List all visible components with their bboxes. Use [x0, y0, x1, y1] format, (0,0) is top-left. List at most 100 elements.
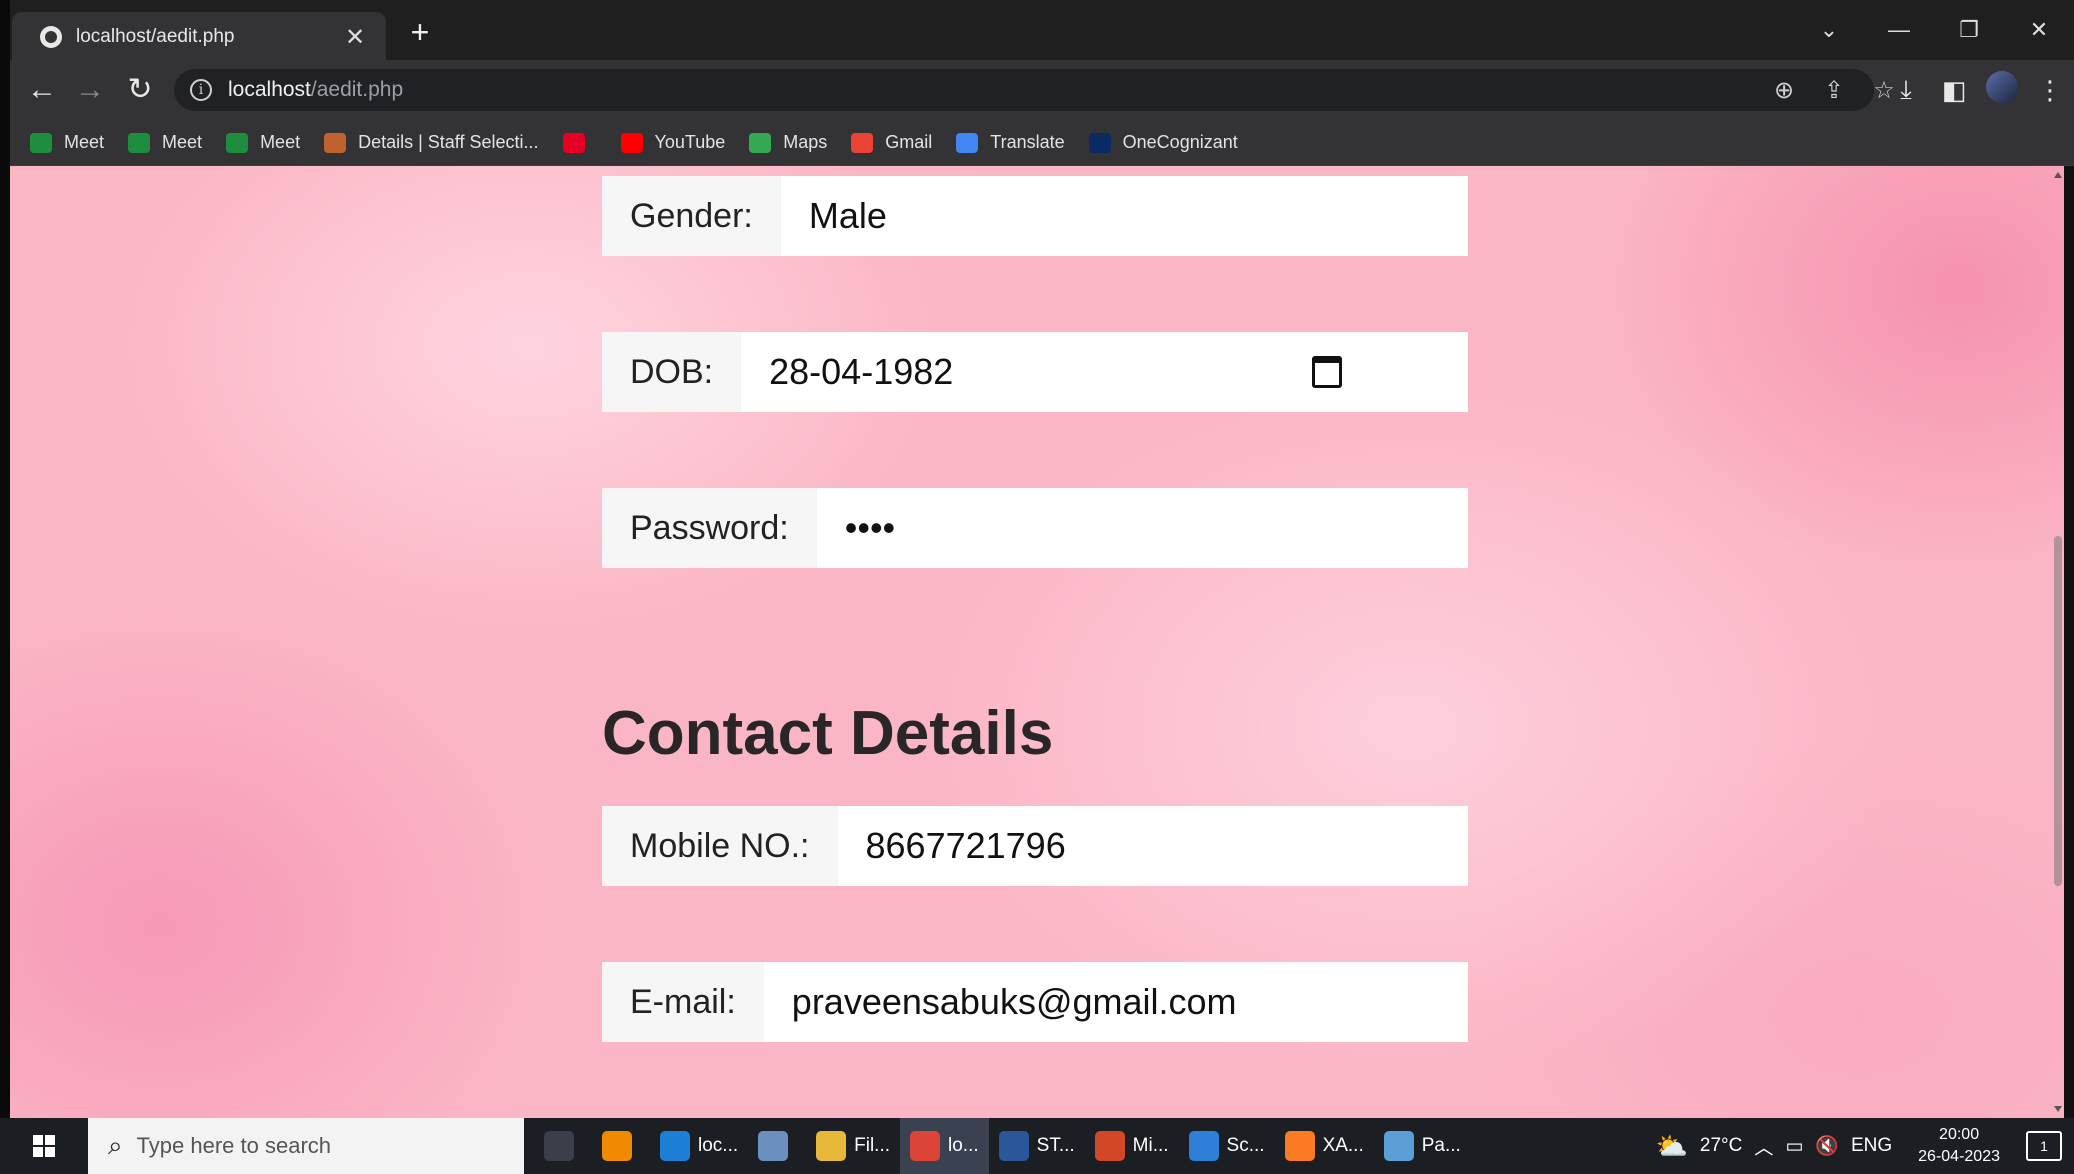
app-label: loc...: [698, 1135, 739, 1156]
close-window-icon[interactable]: ✕: [2004, 0, 2074, 60]
search-placeholder: Type here to search: [136, 1133, 332, 1158]
taskbar-app[interactable]: Sc...: [1179, 1118, 1275, 1174]
info-icon[interactable]: i: [190, 79, 212, 101]
email-input[interactable]: praveensabuks@gmail.com: [763, 962, 1468, 1042]
restore-icon[interactable]: ❐: [1934, 0, 2004, 60]
sidebar-icon[interactable]: ◧: [1930, 75, 1978, 106]
download-icon[interactable]: ⤓: [1882, 74, 1930, 106]
password-field: Password: ••••: [602, 488, 1468, 568]
taskbar-app[interactable]: XA...: [1275, 1118, 1374, 1174]
globe-icon: [40, 26, 62, 48]
omnibox-actions: ⊕ ⇪ ☆: [1769, 69, 1899, 111]
app-label: Pa...: [1421, 1135, 1461, 1156]
app-icon: [544, 1131, 574, 1161]
app-icon: [998, 1131, 1029, 1161]
taskbar-app[interactable]: [534, 1118, 592, 1174]
app-icon: [1383, 1131, 1414, 1161]
bookmark-label: Meet: [64, 132, 105, 152]
taskbar-search[interactable]: ⌕ Type here to search: [88, 1118, 524, 1174]
taskbar-app[interactable]: [592, 1118, 650, 1174]
minimize-icon[interactable]: —: [1864, 0, 1934, 60]
scroll-down-icon[interactable]: [2054, 1106, 2062, 1112]
bookmark-favicon-icon: [562, 132, 585, 153]
bookmark-item[interactable]: Meet: [226, 132, 300, 153]
browser-tab[interactable]: localhost/aedit.php ✕: [12, 12, 386, 62]
bookmark-item[interactable]: Maps: [749, 132, 827, 153]
password-input[interactable]: ••••: [816, 488, 1468, 568]
app-icon: [816, 1131, 847, 1161]
bookmark-item[interactable]: YouTube: [620, 132, 725, 153]
taskbar-apps: loc... Fil... lo... ST... Mi... Sc... XA... Pa.…: [534, 1118, 1471, 1174]
window-edge: [0, 0, 10, 1118]
taskbar-app[interactable]: lo...: [900, 1118, 989, 1174]
app-icon: [660, 1131, 690, 1161]
gender-field: Gender: Male: [602, 176, 1468, 256]
screen: localhost/aedit.php ✕ + ⌄ — ❐ ✕ ← → ↻ i …: [0, 0, 2074, 1174]
weather-temp[interactable]: 27°C: [1700, 1135, 1742, 1157]
dob-value: 28-04-1982: [769, 351, 954, 392]
scroll-up-icon[interactable]: [2054, 172, 2062, 178]
menu-icon[interactable]: ⋮: [2026, 75, 2074, 106]
bookmarks-bar: Meet Meet Meet Details | Staff Selecti... Yo…: [0, 120, 2074, 166]
app-label: ST...: [1036, 1135, 1075, 1156]
app-icon: [1094, 1131, 1125, 1161]
close-tab-icon[interactable]: ✕: [340, 23, 370, 52]
app-label: Sc...: [1226, 1135, 1265, 1156]
weather-icon[interactable]: ⛅: [1656, 1131, 1688, 1162]
tab-search-icon[interactable]: ⌄: [1794, 0, 1864, 60]
url-field[interactable]: i localhost/aedit.php: [174, 69, 1874, 111]
taskbar-app[interactable]: [748, 1118, 806, 1174]
taskbar-app[interactable]: Mi...: [1085, 1118, 1179, 1174]
dob-field: DOB: 28-04-1982: [602, 332, 1468, 412]
taskbar: ⌕ Type here to search loc... Fil... lo... S…: [0, 1118, 2074, 1174]
share-icon[interactable]: ⇪: [1819, 76, 1849, 105]
zoom-icon[interactable]: ⊕: [1769, 76, 1799, 105]
bookmark-favicon-icon: [1088, 132, 1111, 153]
taskbar-app[interactable]: ST...: [989, 1118, 1085, 1174]
scrollbar-thumb[interactable]: [2054, 536, 2062, 886]
reload-icon[interactable]: ↻: [122, 72, 158, 108]
bookmark-favicon-icon: [851, 132, 874, 153]
bookmark-item[interactable]: Meet: [30, 132, 104, 153]
page-scrollbar[interactable]: [2052, 166, 2064, 1118]
forward-arrow-icon[interactable]: →: [72, 72, 108, 108]
app-label: Fil...: [854, 1135, 891, 1156]
notification-icon[interactable]: 1: [2026, 1131, 2062, 1161]
bookmark-favicon-icon: [226, 132, 249, 153]
bookmark-item[interactable]: OneCognizant: [1088, 132, 1238, 153]
gender-input[interactable]: Male: [780, 176, 1468, 256]
bookmark-item[interactable]: Meet: [128, 132, 202, 153]
bookmark-favicon-icon: [620, 132, 643, 153]
page-viewport[interactable]: Gender: Male DOB: 28-04-1982 Password: •…: [10, 166, 2064, 1118]
bookmark-favicon-icon: [324, 132, 347, 153]
taskbar-app[interactable]: loc...: [650, 1118, 748, 1174]
language-indicator[interactable]: ENG: [1851, 1135, 1892, 1157]
dob-input[interactable]: 28-04-1982: [741, 332, 1468, 412]
clock[interactable]: 20:00 26-04-2023: [1918, 1124, 2000, 1168]
volume-muted-icon[interactable]: 🔇: [1815, 1134, 1839, 1158]
gender-label: Gender:: [602, 176, 781, 256]
back-arrow-icon[interactable]: ←: [24, 72, 60, 108]
mobile-input[interactable]: 8667721796: [837, 806, 1468, 886]
app-label: XA...: [1322, 1135, 1364, 1156]
bookmark-item[interactable]: Translate: [956, 132, 1065, 153]
contact-details-heading: Contact Details: [602, 699, 1054, 768]
tab-title: localhost/aedit.php: [76, 26, 235, 47]
taskbar-app[interactable]: Pa...: [1374, 1118, 1471, 1174]
bookmark-label: Details | Staff Selecti...: [358, 132, 539, 152]
calendar-icon[interactable]: [1312, 356, 1342, 388]
bookmark-item[interactable]: Details | Staff Selecti...: [324, 132, 539, 153]
app-icon: [1188, 1131, 1219, 1161]
new-tab-button[interactable]: +: [402, 14, 438, 50]
bookmark-item[interactable]: Gmail: [851, 132, 932, 153]
start-button[interactable]: [0, 1118, 88, 1174]
bookmark-favicon-icon: [956, 132, 979, 153]
taskbar-app[interactable]: Fil...: [806, 1118, 900, 1174]
tray-overflow-icon[interactable]: ︿: [1754, 1133, 1773, 1160]
profile-avatar[interactable]: [1978, 70, 2026, 110]
bookmark-label: Maps: [783, 132, 828, 152]
dob-label: DOB:: [602, 332, 742, 412]
network-icon[interactable]: ▭: [1785, 1135, 1803, 1158]
bookmark-item[interactable]: [562, 132, 597, 153]
bookmark-label: Translate: [990, 132, 1065, 152]
